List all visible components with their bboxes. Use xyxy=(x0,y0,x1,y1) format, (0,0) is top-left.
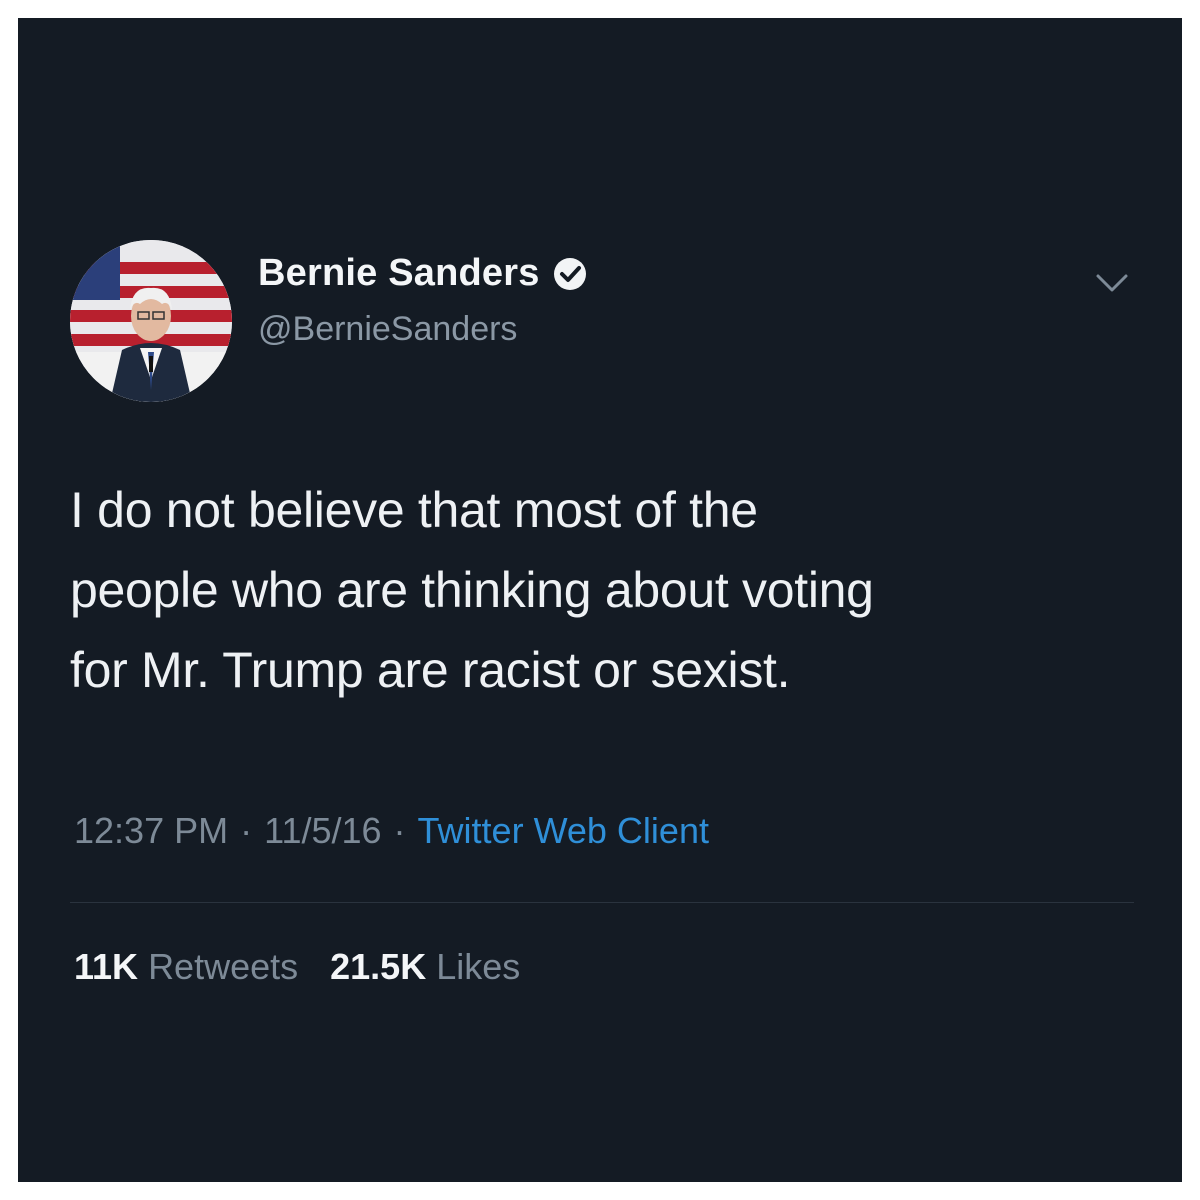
avatar[interactable] xyxy=(70,240,232,402)
tweet-time[interactable]: 12:37 PM xyxy=(74,810,228,852)
likes-stat[interactable]: 21.5K Likes xyxy=(330,946,542,988)
tweet-meta: 12:37 PM · 11/5/16 · Twitter Web Client xyxy=(74,810,709,852)
tweet-client-link[interactable]: Twitter Web Client xyxy=(418,810,709,852)
tweet-stats: 11K Retweets 21.5K Likes xyxy=(74,946,542,988)
verified-badge-icon xyxy=(553,257,586,290)
author-name-row[interactable]: Bernie Sanders xyxy=(258,252,588,295)
retweets-count: 11K xyxy=(74,946,139,987)
tweet-card: Bernie Sanders @BernieSanders I do not b… xyxy=(18,18,1182,1182)
chevron-down-icon[interactable] xyxy=(1090,268,1134,298)
tweet-date[interactable]: 11/5/16 xyxy=(264,810,381,852)
meta-separator: · xyxy=(240,810,253,851)
likes-label: Likes xyxy=(436,946,521,987)
author-display-name[interactable]: Bernie Sanders xyxy=(258,252,540,295)
avatar-image xyxy=(70,240,232,402)
retweets-label: Retweets xyxy=(148,946,299,987)
divider xyxy=(70,902,1134,903)
retweets-stat[interactable]: 11K Retweets xyxy=(74,946,320,988)
likes-count: 21.5K xyxy=(330,946,427,987)
author-handle[interactable]: @BernieSanders xyxy=(258,310,517,349)
tweet-text: I do not believe that most of the people… xyxy=(70,482,874,698)
meta-separator: · xyxy=(393,810,406,851)
